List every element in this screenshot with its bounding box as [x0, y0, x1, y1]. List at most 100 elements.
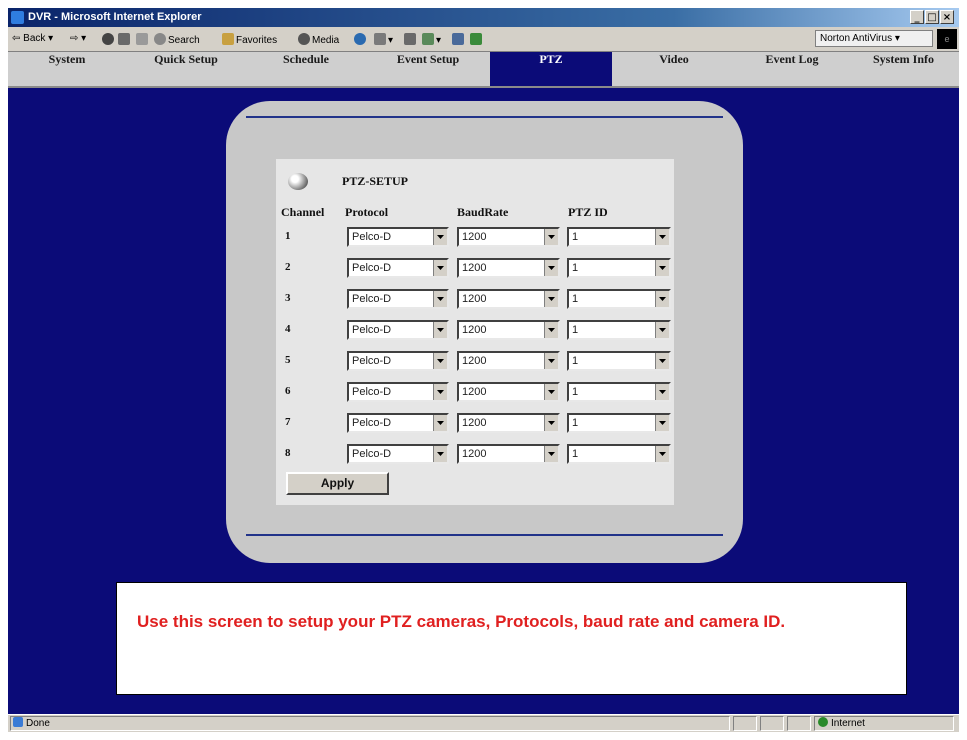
stop-icon[interactable]: [102, 33, 116, 46]
select-value: 1200: [462, 262, 487, 274]
tab-system-info[interactable]: System Info: [848, 52, 959, 86]
baudrate-select[interactable]: 1200: [457, 382, 560, 402]
chevron-down-icon: [655, 415, 669, 431]
protocol-select[interactable]: Pelco-D: [347, 320, 449, 340]
print-icon[interactable]: [404, 33, 418, 46]
ptz-logo-icon: [288, 173, 308, 190]
protocol-select[interactable]: Pelco-D: [347, 382, 449, 402]
channel-number: 6: [285, 385, 291, 397]
tab-system[interactable]: System: [8, 52, 126, 86]
back-button[interactable]: ⇦ Back ▾: [12, 33, 53, 44]
select-value: Pelco-D: [352, 355, 392, 367]
search-button[interactable]: Search: [154, 33, 200, 46]
close-button[interactable]: ×: [940, 10, 954, 24]
ptz-id-select[interactable]: 1: [567, 351, 671, 371]
page-content: PTZ-SETUP Channel Protocol BaudRate PTZ …: [8, 88, 959, 714]
home-icon[interactable]: [136, 33, 150, 46]
tab-ptz[interactable]: PTZ: [490, 52, 612, 86]
ptz-id-select[interactable]: 1: [567, 227, 671, 247]
window-title: DVR - Microsoft Internet Explorer: [28, 11, 202, 23]
ptz-id-select[interactable]: 1: [567, 320, 671, 340]
chevron-down-icon: [655, 322, 669, 338]
select-value: 1: [572, 386, 579, 398]
favorites-button[interactable]: Favorites: [222, 33, 277, 46]
protocol-select[interactable]: Pelco-D: [347, 351, 449, 371]
table-row: 1 Pelco-D 1200 1: [276, 225, 674, 247]
media-label: Media: [312, 35, 340, 46]
globe-icon: [818, 717, 828, 727]
select-value: Pelco-D: [352, 448, 392, 460]
status-pane: [787, 716, 811, 731]
tab-quick-setup[interactable]: Quick Setup: [126, 52, 246, 86]
table-row: 5 Pelco-D 1200 1: [276, 349, 674, 371]
refresh-icon[interactable]: [118, 33, 132, 46]
select-value: Pelco-D: [352, 262, 392, 274]
ptz-id-select[interactable]: 1: [567, 382, 671, 402]
chevron-down-icon: [433, 229, 447, 245]
baudrate-select[interactable]: 1200: [457, 227, 560, 247]
select-value: Pelco-D: [352, 324, 392, 336]
apply-button[interactable]: Apply: [286, 472, 389, 495]
chevron-down-icon: [544, 229, 558, 245]
ptz-id-select[interactable]: 1: [567, 444, 671, 464]
table-row: 8 Pelco-D 1200 1: [276, 442, 674, 464]
protocol-select[interactable]: Pelco-D: [347, 258, 449, 278]
select-value: 1: [572, 324, 579, 336]
protocol-select[interactable]: Pelco-D: [347, 289, 449, 309]
header-protocol: Protocol: [345, 205, 389, 219]
select-value: 1200: [462, 355, 487, 367]
select-value: 1: [572, 417, 579, 429]
baudrate-select[interactable]: 1200: [457, 320, 560, 340]
caption-box: Use this screen to setup your PTZ camera…: [116, 582, 907, 695]
select-value: 1: [572, 355, 579, 367]
chevron-down-icon: [433, 322, 447, 338]
discuss-icon[interactable]: [452, 33, 466, 46]
tab-event-setup[interactable]: Event Setup: [366, 52, 490, 86]
chevron-down-icon: [433, 260, 447, 276]
messenger-icon[interactable]: [470, 33, 484, 46]
browser-toolbar: ⇦ Back ▾ ⇨ ▾ Search Favorites Media ▾ ▾ …: [8, 27, 959, 52]
back-label: Back: [23, 33, 46, 44]
table-row: 2 Pelco-D 1200 1: [276, 256, 674, 278]
chevron-down-icon: [655, 291, 669, 307]
chevron-down-icon: [655, 260, 669, 276]
forward-button[interactable]: ⇨ ▾: [70, 33, 86, 44]
maximize-button[interactable]: □: [925, 10, 939, 24]
baudrate-select[interactable]: 1200: [457, 444, 560, 464]
chevron-down-icon: [433, 353, 447, 369]
tab-schedule[interactable]: Schedule: [246, 52, 366, 86]
baudrate-select[interactable]: 1200: [457, 413, 560, 433]
minimize-button[interactable]: _: [910, 10, 924, 24]
chevron-down-icon: [655, 384, 669, 400]
select-value: 1200: [462, 231, 487, 243]
edit-icon[interactable]: ▾: [422, 33, 441, 46]
chevron-down-icon: [544, 415, 558, 431]
ptz-id-select[interactable]: 1: [567, 258, 671, 278]
protocol-select[interactable]: Pelco-D: [347, 227, 449, 247]
ptz-id-select[interactable]: 1: [567, 413, 671, 433]
history-icon[interactable]: [354, 33, 368, 46]
select-value: 1200: [462, 448, 487, 460]
baudrate-select[interactable]: 1200: [457, 258, 560, 278]
mail-icon[interactable]: ▾: [374, 33, 393, 46]
baudrate-select[interactable]: 1200: [457, 289, 560, 309]
chevron-down-icon: [655, 446, 669, 462]
media-icon: [298, 33, 310, 45]
protocol-select[interactable]: Pelco-D: [347, 413, 449, 433]
page-icon: [13, 717, 23, 727]
protocol-select[interactable]: Pelco-D: [347, 444, 449, 464]
tab-event-log[interactable]: Event Log: [736, 52, 848, 86]
ie-icon: [11, 11, 24, 24]
media-button[interactable]: Media: [298, 33, 339, 46]
favorites-icon: [222, 33, 234, 45]
header-ptz-id: PTZ ID: [568, 205, 608, 219]
norton-antivirus-button[interactable]: Norton AntiVirus ▾: [815, 30, 933, 47]
select-value: 1: [572, 448, 579, 460]
table-row: 6 Pelco-D 1200 1: [276, 380, 674, 402]
browser-window: DVR - Microsoft Internet Explorer _ □ × …: [8, 8, 959, 732]
ptz-panel: PTZ-SETUP Channel Protocol BaudRate PTZ …: [226, 101, 743, 563]
ptz-id-select[interactable]: 1: [567, 289, 671, 309]
chevron-down-icon: [433, 415, 447, 431]
baudrate-select[interactable]: 1200: [457, 351, 560, 371]
tab-video[interactable]: Video: [612, 52, 736, 86]
